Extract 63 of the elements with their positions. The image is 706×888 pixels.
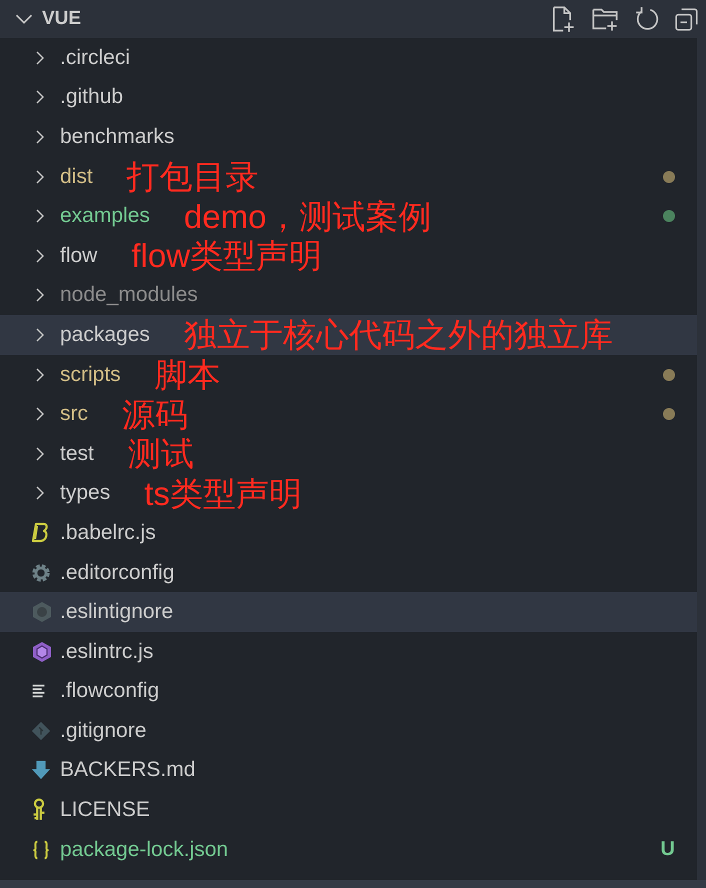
file-item[interactable]: .eslintrc.js: [0, 632, 697, 672]
file-item[interactable]: .gitignore: [0, 711, 697, 751]
gear-icon: [30, 562, 52, 584]
folder-item[interactable]: .circleci: [0, 38, 697, 78]
annotation-text: 打包目录: [126, 160, 259, 194]
folder-item[interactable]: benchmarks: [0, 117, 697, 157]
horizontal-scrollbar[interactable]: [0, 880, 706, 888]
item-name: .github: [60, 85, 124, 110]
file-item[interactable]: .editorconfig: [0, 552, 697, 592]
folder-item[interactable]: packages 独立于核心代码之外的独立库: [0, 315, 697, 355]
item-name: flow: [60, 244, 98, 268]
annotation-text: 独立于核心代码之外的独立库: [184, 318, 613, 352]
folder-item[interactable]: dist 打包目录: [0, 156, 697, 196]
item-name: .babelrc.js: [60, 520, 156, 545]
annotation-text: ts类型声明: [144, 476, 302, 510]
item-name: .eslintignore: [60, 600, 174, 624]
item-name: src: [60, 402, 88, 426]
item-name: examples: [60, 204, 150, 228]
file-item[interactable]: BACKERS.md: [0, 750, 697, 790]
folder-item[interactable]: examples demo，测试案例: [0, 196, 697, 236]
file-item[interactable]: LICENSE: [0, 790, 697, 830]
annotation-text: flow类型声明: [131, 239, 322, 272]
item-name: test: [60, 442, 94, 466]
file-item[interactable]: .flowconfig: [0, 672, 697, 712]
file-item[interactable]: .babelrc.js: [0, 513, 697, 553]
folder-item[interactable]: .github: [0, 78, 697, 118]
annotation-text: demo，测试案例: [184, 200, 432, 233]
hexagon-icon: [30, 600, 54, 624]
refresh-icon[interactable]: [634, 6, 660, 32]
annotation-text: 脚本: [154, 358, 221, 392]
collapse-all-icon[interactable]: [674, 6, 700, 32]
item-name: .editorconfig: [60, 560, 174, 585]
folder-item[interactable]: types ts类型声明: [0, 474, 697, 514]
folder-item[interactable]: test 测试: [0, 434, 697, 474]
file-item[interactable]: package-lock.json U: [0, 830, 697, 870]
folder-item[interactable]: node_modules: [0, 276, 697, 316]
item-name: .flowconfig: [60, 679, 160, 704]
item-name: BACKERS.md: [60, 758, 196, 782]
diamond-icon: [30, 720, 52, 742]
folder-item[interactable]: scripts 脚本: [0, 354, 697, 394]
item-name: benchmarks: [60, 124, 174, 149]
explorer-header[interactable]: VUE: [0, 0, 706, 38]
item-name: .circleci: [60, 46, 130, 70]
annotation-text: 源码: [122, 398, 188, 431]
item-name: .gitignore: [60, 718, 146, 743]
hexagon-icon: [30, 640, 54, 664]
git-status-letter: U: [660, 838, 675, 862]
down-arrow-icon: [30, 759, 52, 782]
annotation-text: 测试: [128, 437, 194, 470]
letter-b-icon: [30, 520, 50, 545]
item-name: dist: [60, 164, 93, 189]
scrollbar[interactable]: [697, 38, 706, 880]
folder-item[interactable]: src 源码: [0, 394, 697, 434]
item-name: types: [60, 481, 110, 506]
folder-item[interactable]: flow flow类型声明: [0, 236, 697, 276]
item-name: .eslintrc.js: [60, 640, 154, 664]
item-name: scripts: [60, 362, 121, 387]
item-name: LICENSE: [60, 798, 150, 822]
file-item[interactable]: .eslintignore: [0, 592, 697, 632]
item-name: package-lock.json: [60, 838, 228, 862]
item-name: node_modules: [60, 283, 198, 308]
item-name: packages: [60, 322, 150, 347]
explorer-title: VUE: [42, 8, 82, 30]
